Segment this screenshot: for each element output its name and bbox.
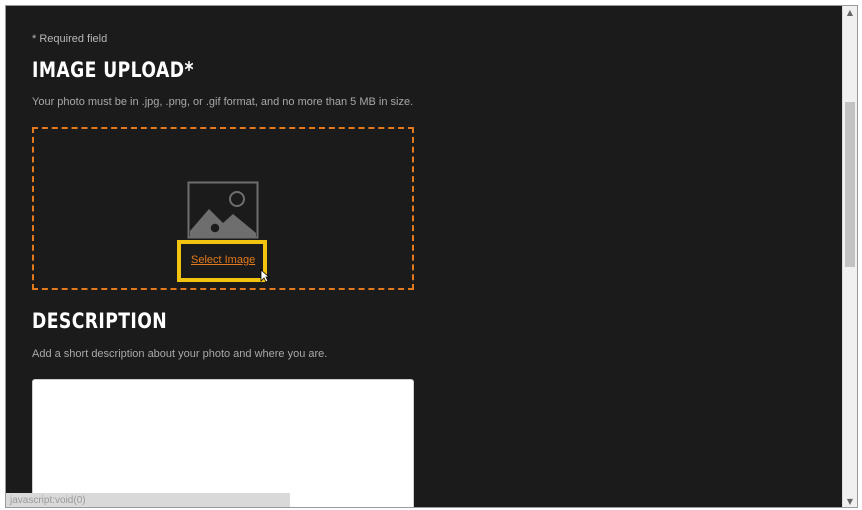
image-upload-help-text: Your photo must be in .jpg, .png, or .gi… [32, 96, 414, 108]
browser-viewport: * Required field IMAGE UPLOAD* Your phot… [5, 5, 858, 508]
scroll-down-arrow-icon[interactable]: ▼ [843, 495, 857, 507]
image-placeholder-icon [187, 181, 259, 239]
page-content: * Required field IMAGE UPLOAD* Your phot… [6, 6, 844, 507]
vertical-scrollbar[interactable]: ▲ ▼ [842, 6, 857, 507]
select-image-highlight: Select Image [177, 240, 267, 282]
mouse-cursor-icon [260, 269, 270, 283]
description-textarea[interactable] [32, 379, 414, 507]
description-heading: DESCRIPTION [32, 309, 168, 333]
scroll-up-arrow-icon[interactable]: ▲ [843, 6, 857, 20]
required-field-note: * Required field [32, 33, 108, 45]
image-dropzone[interactable]: Select Image [32, 127, 414, 290]
description-help-text: Add a short description about your photo… [32, 348, 328, 360]
scrollbar-thumb[interactable] [845, 102, 855, 267]
status-bar: javascript:void(0) [6, 493, 290, 507]
image-upload-heading: IMAGE UPLOAD* [32, 58, 194, 82]
select-image-link[interactable]: Select Image [191, 254, 255, 266]
